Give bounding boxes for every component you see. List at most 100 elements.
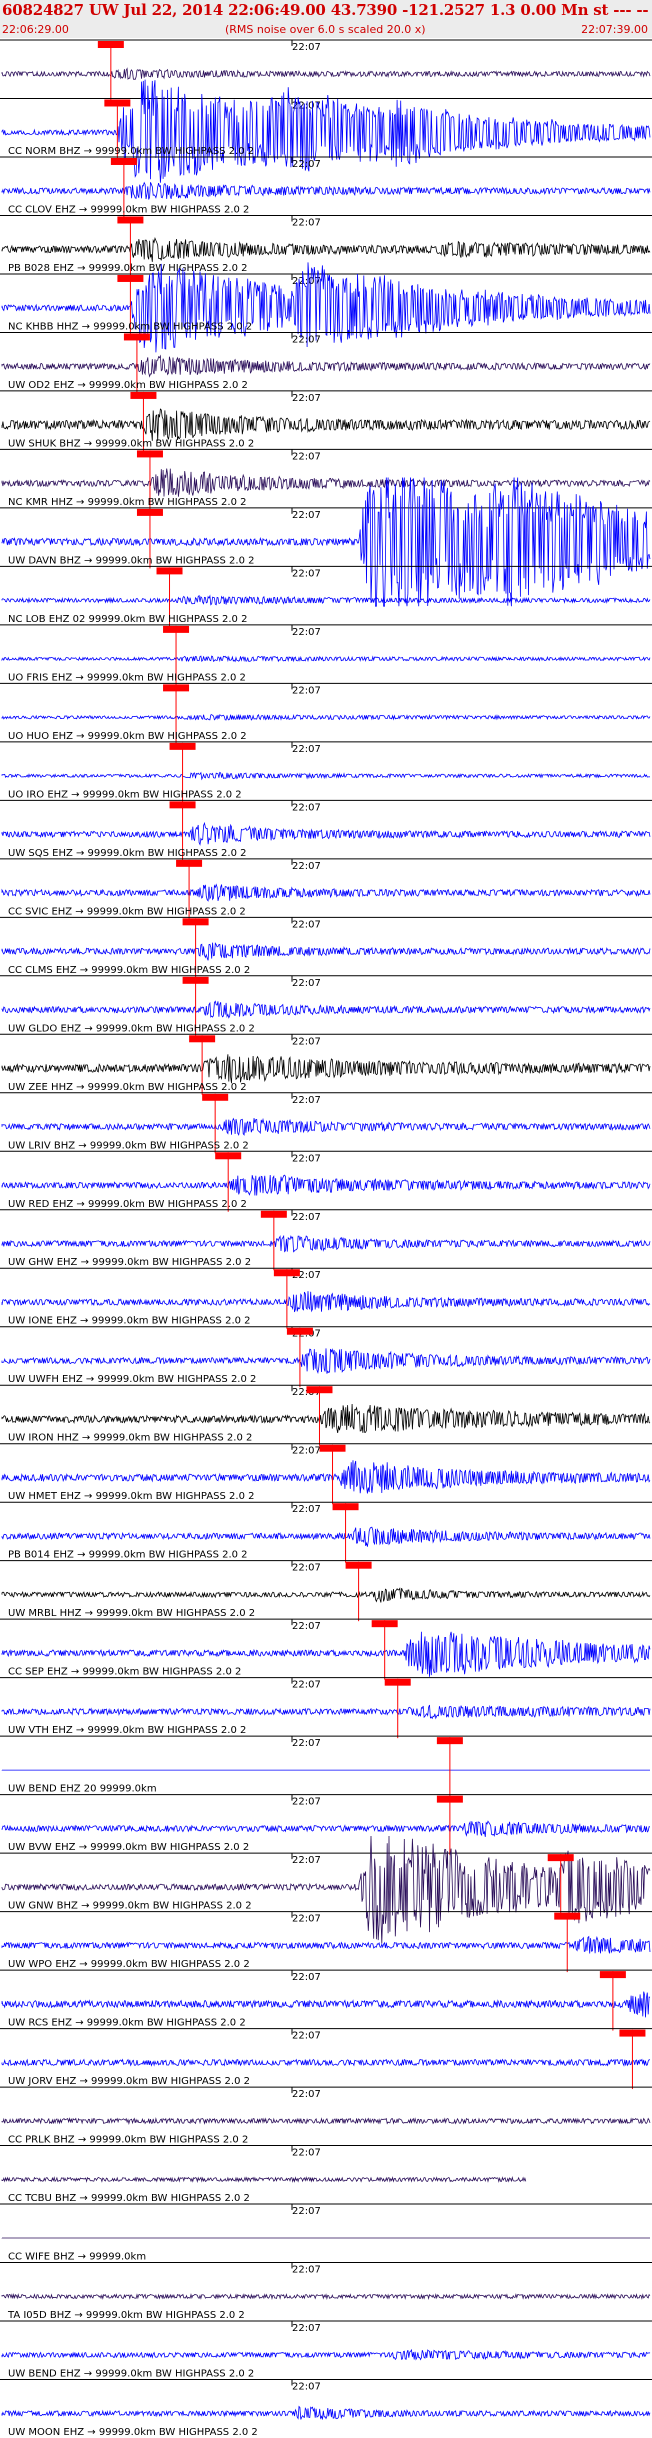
- trace: 22:07 CC PRLK BHZ → 99999.0km BW HIGHPASS…: [0, 2086, 652, 2146]
- trace: 22:07 UW VTH EHZ → 99999.0km BW HIGHPASS …: [0, 1677, 652, 1739]
- minute-tick-label: 22:07: [292, 42, 321, 53]
- waveform: [1, 79, 651, 183]
- waveform: [1, 354, 651, 378]
- station-label: UW GNW BHZ → 99999.0km BW HIGHPASS 2.0 2: [8, 1901, 252, 1912]
- minute-tick-label: 22:07: [292, 1855, 321, 1866]
- waveform: [1, 821, 651, 846]
- minute-tick-label: 22:07: [292, 744, 321, 755]
- minute-tick-label: 22:07: [292, 451, 321, 462]
- minute-tick-label: 22:07: [292, 2382, 321, 2393]
- station-label: CC TCBU BHZ → 99999.0km BW HIGHPASS 2.0 …: [8, 2193, 250, 2204]
- trace: 22:07 UW JORV EHZ → 99999.0km BW HIGHPASS…: [0, 2028, 652, 2090]
- trace: 22:07 UW SHUK BHZ → 99999.0km BW HIGHPASS…: [0, 390, 652, 452]
- station-label: NC KHBB HHZ → 99999.0km BW HIGHPASS 2.0 …: [8, 321, 252, 332]
- trace: 22:07 UO FRIS EHZ → 99999.0km BW HIGHPASS…: [0, 624, 652, 686]
- station-label: UW GLDO EHZ → 99999.0km BW HIGHPASS 2.0 …: [8, 1023, 255, 1034]
- station-label: UO HUO EHZ → 99999.0km BW HIGHPASS 2.0 2: [8, 731, 247, 742]
- minute-tick-label: 22:07: [292, 1036, 321, 1047]
- minute-tick-label: 22:07: [292, 627, 321, 638]
- waveform: [1, 771, 651, 781]
- trace: 22:07 UW BEND EHZ → 99999.0km BW HIGHPASS…: [0, 2320, 652, 2380]
- trace: 22:07 NC KMR HHZ → 99999.0km BW HIGHPASS …: [0, 448, 652, 510]
- waveform: [1, 1587, 651, 1603]
- station-label: CC CLOV EHZ → 99999.0km BW HIGHPASS 2.0 …: [8, 204, 249, 215]
- minute-tick-label: 22:07: [292, 1095, 321, 1106]
- station-label: CC CLMS EHZ → 99999.0km BW HIGHPASS 2.0 …: [8, 965, 250, 976]
- waveform: [1, 1234, 651, 1253]
- waveform: [1, 1704, 651, 1720]
- waveform: [1, 408, 651, 441]
- waveform: [1, 714, 651, 721]
- waveform: [1, 655, 651, 663]
- trace: 22:07: [0, 39, 652, 101]
- minute-tick-label: 22:07: [292, 2089, 321, 2100]
- station-label: UW GHW EHZ → 99999.0km BW HIGHPASS 2.0 2: [8, 1257, 251, 1268]
- waveform: [1, 67, 651, 80]
- minute-tick-label: 22:07: [292, 1446, 321, 1457]
- station-label: UW HMET EHZ → 99999.0km BW HIGHPASS 2.0 …: [8, 1491, 254, 1502]
- trace: 22:07UW IONE EHZ → 99999.0km BW HIGHPASS…: [0, 1267, 652, 1329]
- trace: 22:07 UW MRBL HHZ → 99999.0km BW HIGHPASS…: [0, 1560, 652, 1622]
- waveform: [1, 1460, 651, 1494]
- waveform: [1, 1054, 651, 1084]
- station-label: CC NORM BHZ → 99999.0km BW HIGHPASS 2.0 …: [8, 146, 254, 157]
- waveform: [1, 942, 651, 961]
- minute-tick-label: 22:07: [292, 1563, 321, 1574]
- minute-tick-label: 22:07: [292, 1504, 321, 1515]
- trace: 22:07 CC CLMS EHZ → 99999.0km BW HIGHPASS…: [0, 916, 652, 978]
- waveform: [1, 1348, 651, 1374]
- waveform: [1, 468, 651, 497]
- waveform: [1, 2405, 651, 2420]
- station-label: UW BVW EHZ → 99999.0km BW HIGHPASS 2.0 2: [8, 1842, 249, 1853]
- waveform: [1, 1117, 651, 1136]
- waveform: [1, 594, 651, 606]
- minute-tick-label: 22:07: [292, 217, 321, 228]
- trace: 22:07 UW WPO EHZ → 99999.0km BW HIGHPASS …: [0, 1911, 652, 1973]
- waveform: [1, 181, 651, 200]
- waveform: [1, 2175, 527, 2183]
- trace: 22:07 PB B028 EHZ → 99999.0km BW HIGHPASS…: [0, 214, 652, 276]
- trace: 22:07 NC LOB EHZ 02 99999.0km BW HIGHPASS…: [0, 565, 652, 627]
- trace: 22:07 TA I05D BHZ → 99999.0km BW HIGHPASS…: [0, 2262, 652, 2321]
- station-label: PB B028 EHZ → 99999.0km BW HIGHPASS 2.0 …: [8, 263, 248, 274]
- waveform: [1, 1000, 651, 1019]
- station-label: UW BEND EHZ 20 99999.0km: [8, 1784, 157, 1795]
- waveform: [1, 1291, 651, 1313]
- waveform: [1, 2117, 651, 2125]
- trace: 22:07 CC WIFE BHZ → 99999.0km: [0, 2203, 652, 2263]
- minute-tick-label: 22:07: [292, 919, 321, 930]
- waveform: [1, 1820, 651, 1837]
- minute-tick-label: 22:07: [292, 2206, 321, 2217]
- minute-tick-label: 22:07: [292, 1972, 321, 1983]
- trace: 22:07 NC KHBB HHZ → 99999.0km BW HIGHPASS…: [0, 262, 652, 353]
- waveform: [1, 1935, 651, 1954]
- trace: 22:07 CC CLOV EHZ → 99999.0km BW HIGHPASS…: [0, 156, 652, 218]
- minute-tick-label: 22:07: [292, 802, 321, 813]
- trace: 22:07UW IRON HHZ → 99999.0km BW HIGHPASS…: [0, 1384, 652, 1446]
- station-label: UO FRIS EHZ → 99999.0km BW HIGHPASS 2.0 …: [8, 672, 246, 683]
- station-label: UO IRO EHZ → 99999.0km BW HIGHPASS 2.0 2: [8, 789, 242, 800]
- station-label: UW DAVN BHZ → 99999.0km BW HIGHPASS 2.0 …: [8, 555, 255, 566]
- station-label: UW IONE EHZ → 99999.0km BW HIGHPASS 2.0 …: [8, 1316, 251, 1327]
- trace: 22:07 CC SEP EHZ → 99999.0km BW HIGHPASS …: [0, 1618, 652, 1680]
- trace: 22:07 UW LRIV BHZ → 99999.0km BW HIGHPASS…: [0, 1092, 652, 1154]
- station-label: UW SHUK BHZ → 99999.0km BW HIGHPASS 2.0 …: [8, 438, 254, 449]
- trace: 22:07 UW MOON EHZ → 99999.0km BW HIGHPASS…: [0, 2379, 652, 2438]
- station-label: UW VTH EHZ → 99999.0km BW HIGHPASS 2.0 2: [8, 1725, 246, 1736]
- trace: 22:07 CC SVIC EHZ → 99999.0km BW HIGHPASS…: [0, 858, 652, 920]
- trace: 22:07 UW ZEE HHZ → 99999.0km BW HIGHPASS …: [0, 1033, 652, 1095]
- station-label: UW RCS EHZ → 99999.0km BW HIGHPASS 2.0 2: [8, 2018, 246, 2029]
- trace: 22:07 UO IRO EHZ → 99999.0km BW HIGHPASS …: [0, 741, 652, 803]
- waveform: [1, 2058, 651, 2067]
- station-label: CC SEP EHZ → 99999.0km BW HIGHPASS 2.0 2: [8, 1667, 241, 1678]
- waveform: [1, 1526, 651, 1547]
- station-label: UW BEND EHZ → 99999.0km BW HIGHPASS 2.0 …: [8, 2369, 254, 2380]
- minute-tick-label: 22:07: [292, 861, 321, 872]
- station-label: UW RED EHZ → 99999.0km BW HIGHPASS 2.0 2: [8, 1199, 247, 1210]
- trace: 22:07 CC TCBU BHZ → 99999.0km BW HIGHPASS…: [0, 2145, 652, 2204]
- trace: 22:07 UW SQS EHZ → 99999.0km BW HIGHPASS …: [0, 799, 652, 861]
- waveform: [1, 2348, 651, 2361]
- station-label: UW OD2 EHZ → 99999.0km BW HIGHPASS 2.0 2: [8, 380, 248, 391]
- waveform: [1, 1991, 651, 2018]
- trace: 22:07 UO HUO EHZ → 99999.0km BW HIGHPASS …: [0, 682, 652, 744]
